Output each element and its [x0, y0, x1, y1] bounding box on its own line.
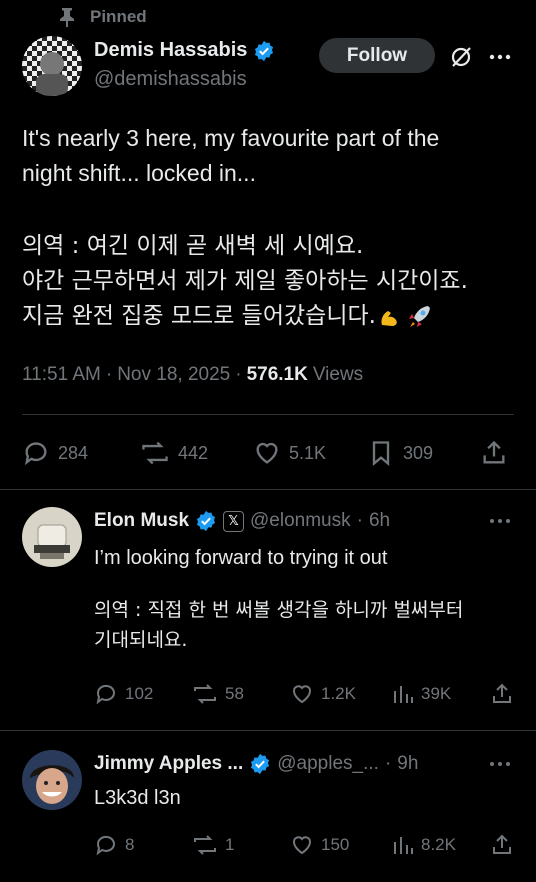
post-time[interactable]: 11:51 AM: [22, 364, 101, 386]
share-icon: [493, 834, 511, 854]
reply-author-name[interactable]: Elon Musk: [94, 510, 189, 532]
share-button[interactable]: [490, 682, 514, 706]
reply-translation-line: 기대되네요.: [94, 629, 188, 651]
reply-text-line: L3k3d l3n: [94, 787, 181, 809]
like-count: 5.1K: [289, 442, 327, 463]
repost-button[interactable]: 1: [192, 833, 234, 857]
views-label: Views: [312, 364, 364, 385]
post-text-line: It's nearly 3 here, my favourite part of…: [22, 125, 440, 151]
post-actions: 284 442 5.1K 309: [22, 436, 514, 470]
repost-count: 442: [178, 442, 209, 463]
reply-button[interactable]: 8: [94, 833, 134, 857]
like-button[interactable]: 5.1K: [253, 439, 326, 467]
share-button[interactable]: [480, 439, 508, 467]
reply-actions: 102 58 1.2K 39K: [94, 682, 514, 708]
reply-button[interactable]: 284: [22, 439, 88, 467]
more-options-icon[interactable]: [487, 508, 513, 534]
translation-line: 야간 근무하면서 제가 제일 좋아하는 시간이죠.: [22, 268, 468, 294]
reply-text: L3k3d l3n: [94, 783, 519, 813]
divider: [0, 489, 536, 490]
views-button[interactable]: 39K: [392, 682, 451, 706]
reply-icon: [96, 684, 115, 705]
reply-actions: 8 1 150 8.2K: [94, 833, 514, 859]
like-count: 150: [321, 835, 350, 854]
reply-header: Elon Musk 𝕏 @elonmusk · 6h: [94, 510, 391, 532]
reply-author-handle[interactable]: @elonmusk: [250, 510, 351, 532]
repost-icon: [194, 684, 216, 704]
views-count: 39K: [421, 684, 452, 703]
views-button[interactable]: 8.2K: [392, 833, 456, 857]
post-text: It's nearly 3 here, my favourite part of…: [22, 121, 522, 191]
repost-icon: [142, 441, 168, 465]
verified-badge-icon[interactable]: [253, 40, 275, 62]
reply-author-handle[interactable]: @apples_...: [277, 753, 379, 775]
like-button[interactable]: 1.2K: [290, 682, 356, 706]
views-count: 576.1K: [246, 364, 308, 385]
like-count: 1.2K: [321, 684, 356, 703]
divider: [0, 730, 536, 731]
divider: [22, 414, 514, 415]
reply-text-line: I’m looking forward to trying it out: [94, 547, 388, 569]
x-affiliate-icon[interactable]: 𝕏: [223, 510, 245, 532]
author-info: Demis Hassabis @demishassabis: [94, 39, 275, 91]
reply-icon: [96, 835, 115, 856]
verified-badge-icon[interactable]: [249, 753, 271, 775]
flexed-biceps-icon: [381, 310, 397, 326]
analytics-icon: [394, 837, 413, 854]
share-button[interactable]: [490, 833, 514, 857]
translation-line: 의역 : 여긴 이제 곧 새벽 세 시예요.: [22, 233, 364, 259]
repost-icon: [194, 835, 216, 855]
heart-icon: [293, 836, 311, 855]
reply-count: 8: [125, 835, 135, 854]
avatar[interactable]: [22, 750, 82, 810]
grok-icon[interactable]: [448, 44, 474, 70]
analytics-icon: [394, 686, 413, 703]
translation-line: 지금 완전 집중 모드로 들어갔습니다.: [22, 299, 522, 334]
like-button[interactable]: 150: [290, 833, 349, 857]
pinned-indicator: Pinned: [58, 7, 147, 27]
post-translation: 의역 : 여긴 이제 곧 새벽 세 시예요. 야간 근무하면서 제가 제일 좋아…: [22, 229, 522, 334]
reply-age[interactable]: 6h: [369, 510, 390, 532]
bookmark-button[interactable]: 309: [367, 439, 433, 467]
share-icon: [493, 683, 511, 703]
author-name[interactable]: Demis Hassabis: [94, 39, 247, 62]
heart-icon: [256, 442, 278, 464]
reply-translation-line: 의역 : 직접 한 번 써볼 생각을 하니까 벌써부터: [94, 599, 464, 621]
avatar[interactable]: [22, 36, 82, 96]
views-count: 8.2K: [421, 835, 456, 854]
follow-button[interactable]: Follow: [319, 38, 435, 73]
reply-icon: [24, 442, 47, 466]
pinned-label: Pinned: [90, 7, 147, 26]
author-handle[interactable]: @demishassabis: [94, 68, 275, 91]
reply-button[interactable]: 102: [94, 682, 153, 706]
verified-badge-icon[interactable]: [195, 510, 217, 532]
reply-count: 102: [125, 684, 154, 703]
heart-icon: [293, 685, 311, 704]
reply-header: Jimmy Apples ... @apples_... · 9h: [94, 753, 419, 775]
post-date[interactable]: Nov 18, 2025: [117, 364, 230, 386]
share-icon: [483, 440, 505, 464]
post-text-line: night shift... locked in...: [22, 160, 256, 186]
reply-author-name[interactable]: Jimmy Apples ...: [94, 753, 243, 775]
avatar[interactable]: [22, 507, 82, 567]
post-meta: 11:51 AM · Nov 18, 2025 · 576.1K Views: [22, 364, 364, 386]
pin-icon: [60, 8, 74, 27]
more-options-icon[interactable]: [487, 751, 513, 777]
reply-text: I’m looking forward to trying it out 의역 …: [94, 543, 519, 655]
more-options-icon[interactable]: [487, 44, 513, 70]
bookmark-icon: [372, 441, 390, 466]
reply-age[interactable]: 9h: [397, 753, 418, 775]
repost-count: 1: [225, 835, 235, 854]
repost-button[interactable]: 442: [140, 439, 208, 467]
reply-count: 284: [58, 442, 89, 463]
repost-count: 58: [225, 684, 244, 703]
bookmark-count: 309: [403, 442, 434, 463]
rocket-icon: [408, 305, 430, 327]
repost-button[interactable]: 58: [192, 682, 244, 706]
